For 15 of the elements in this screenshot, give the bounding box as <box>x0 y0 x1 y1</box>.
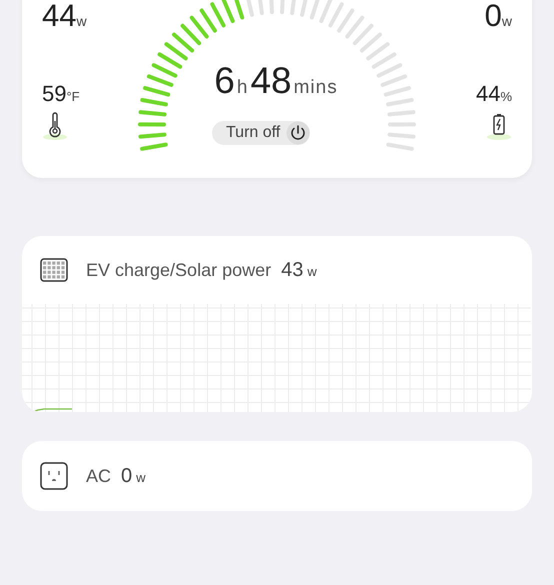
battery-level: 44% <box>476 81 512 107</box>
turn-off-button[interactable]: Turn off <box>212 121 310 145</box>
panel-power: 0 w <box>121 464 146 488</box>
panel-title: AC <box>86 466 112 486</box>
thermometer-icon <box>42 111 68 141</box>
input-power: 44w <box>42 0 87 34</box>
panel-power: 43 w <box>281 258 317 282</box>
power-icon <box>286 121 310 145</box>
output-power: 0w <box>484 0 512 34</box>
panel-title: EV charge/Solar power <box>86 260 272 280</box>
outlet-icon <box>40 462 68 490</box>
battery-icon <box>486 111 512 141</box>
runtime-remaining: 6 h 48 mins <box>213 60 339 102</box>
temperature: 59°F <box>42 81 80 107</box>
solar-panel-icon <box>40 258 68 282</box>
